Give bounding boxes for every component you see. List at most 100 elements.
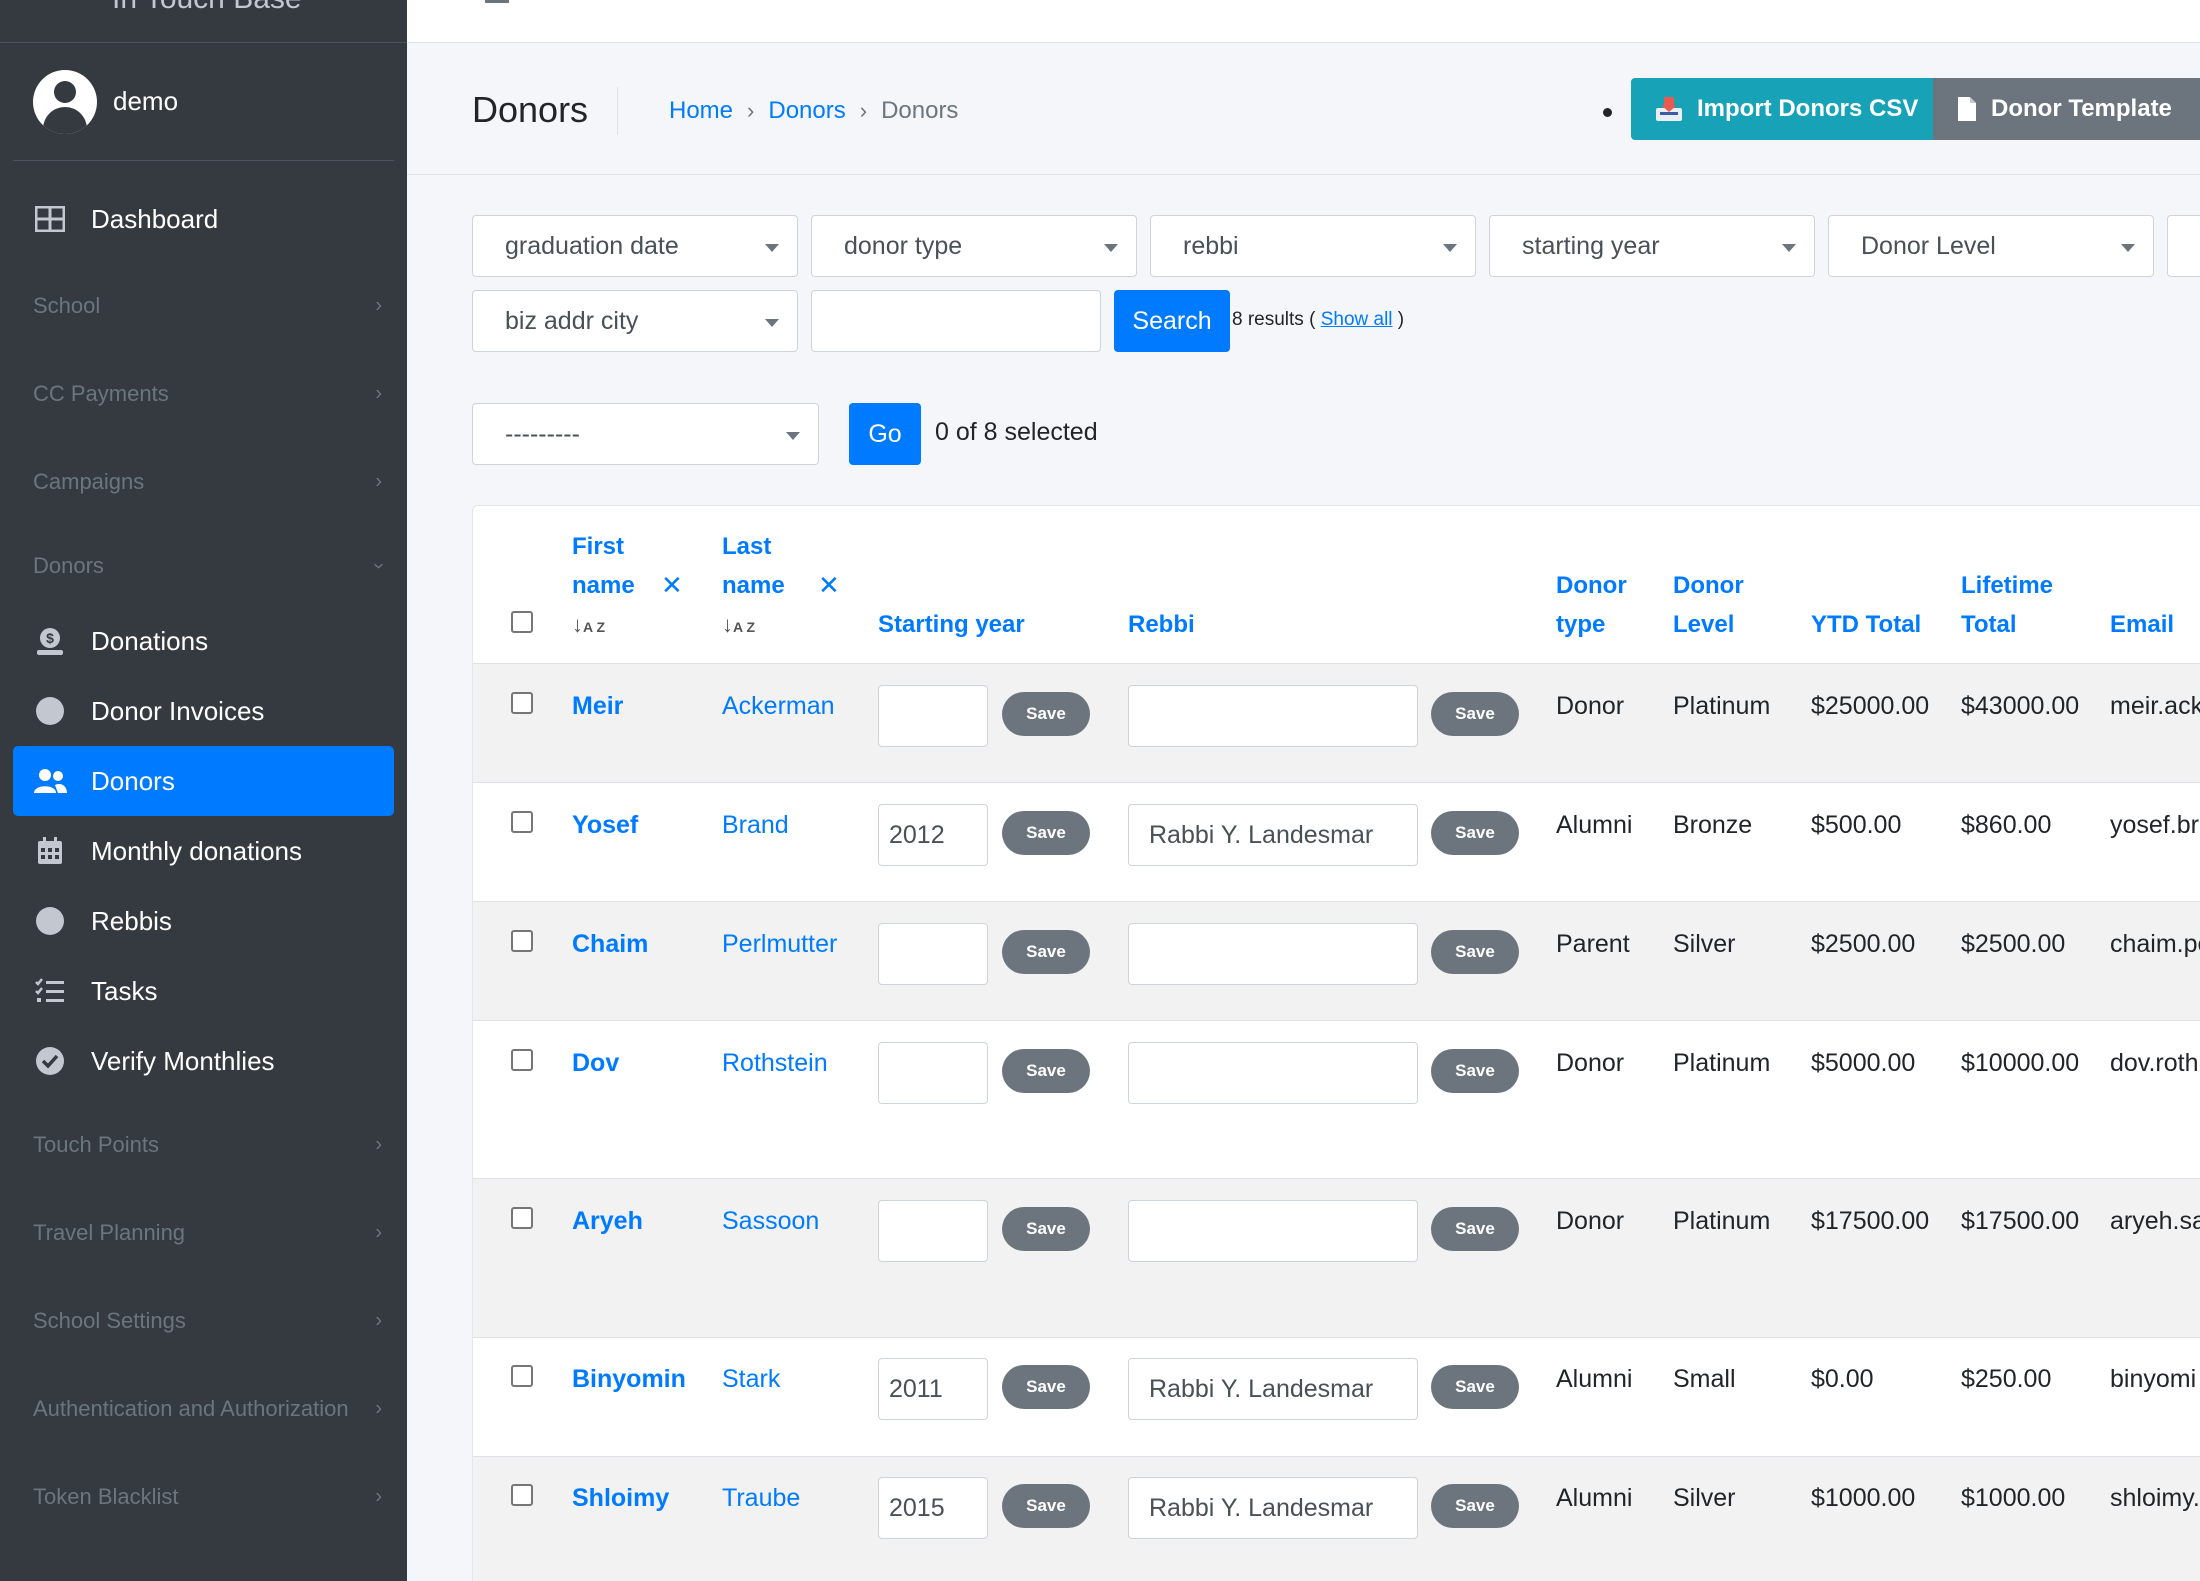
last-name-link[interactable]: Rothstein bbox=[722, 1049, 828, 1078]
rebbi-input[interactable]: Rabbi Y. Landesmar bbox=[1128, 1358, 1418, 1420]
row-checkbox[interactable] bbox=[511, 811, 533, 833]
sidebar-section-school[interactable]: School › bbox=[13, 262, 394, 350]
sort-ascending-icon[interactable]: ↓A Z bbox=[722, 605, 755, 647]
first-name-link[interactable]: Binyomin bbox=[572, 1365, 686, 1394]
sidebar-item-donors[interactable]: Donors bbox=[13, 746, 394, 816]
last-name-link[interactable]: Sassoon bbox=[722, 1207, 819, 1236]
save-year-button[interactable]: Save bbox=[1002, 1049, 1090, 1093]
save-rebbi-button[interactable]: Save bbox=[1431, 811, 1519, 855]
starting-year-input[interactable]: 2015 bbox=[878, 1477, 988, 1539]
row-checkbox[interactable] bbox=[511, 1049, 533, 1071]
rebbi-input[interactable]: Rabbi Y. Landesmar bbox=[1128, 804, 1418, 866]
save-rebbi-button[interactable]: Save bbox=[1431, 1365, 1519, 1409]
save-year-button[interactable]: Save bbox=[1002, 811, 1090, 855]
starting-year-input[interactable] bbox=[878, 1042, 988, 1104]
starting-year-filter[interactable]: starting year bbox=[1489, 215, 1815, 277]
import-donors-csv-button[interactable]: Import Donors CSV bbox=[1631, 78, 1933, 140]
sidebar-section-touch-points[interactable]: Touch Points › bbox=[13, 1101, 394, 1189]
last-name-link[interactable]: Ackerman bbox=[722, 692, 835, 721]
menu-toggle-icon[interactable] bbox=[485, 0, 509, 3]
extra-filter[interactable] bbox=[2167, 215, 2200, 277]
sidebar-item-donations[interactable]: $ Donations bbox=[13, 606, 394, 676]
save-year-button[interactable]: Save bbox=[1002, 1207, 1090, 1251]
donor-level-filter[interactable]: Donor Level bbox=[1828, 215, 2154, 277]
first-name-link[interactable]: Meir bbox=[572, 692, 623, 721]
save-rebbi-button[interactable]: Save bbox=[1431, 930, 1519, 974]
sidebar-item-monthly-donations[interactable]: Monthly donations bbox=[13, 816, 394, 886]
starting-year-input[interactable]: 2012 bbox=[878, 804, 988, 866]
rebbi-input[interactable] bbox=[1128, 1042, 1418, 1104]
sidebar-item-tasks[interactable]: Tasks bbox=[13, 956, 394, 1026]
sidebar-section-cc-payments[interactable]: CC Payments › bbox=[13, 350, 394, 438]
save-rebbi-button[interactable]: Save bbox=[1431, 1049, 1519, 1093]
column-email[interactable]: Email bbox=[2110, 605, 2174, 644]
starting-year-input[interactable]: 2011 bbox=[878, 1358, 988, 1420]
rebbi-filter[interactable]: rebbi bbox=[1150, 215, 1476, 277]
first-name-link[interactable]: Shloimy bbox=[572, 1484, 669, 1513]
sidebar-section-authentication[interactable]: Authentication and Authorization › bbox=[13, 1365, 394, 1453]
column-ytd-total[interactable]: YTD Total bbox=[1811, 605, 1921, 644]
sidebar-section-school-settings[interactable]: School Settings › bbox=[13, 1277, 394, 1365]
column-starting-year[interactable]: Starting year bbox=[878, 605, 1025, 644]
save-year-button[interactable]: Save bbox=[1002, 930, 1090, 974]
column-last-name[interactable]: Last name ↓A Z bbox=[722, 527, 785, 647]
row-checkbox[interactable] bbox=[511, 1484, 533, 1506]
column-lifetime-total[interactable]: Lifetime Total bbox=[1961, 566, 2053, 644]
sidebar-item-rebbis[interactable]: Rebbis bbox=[13, 886, 394, 956]
starting-year-input[interactable] bbox=[878, 685, 988, 747]
column-rebbi[interactable]: Rebbi bbox=[1128, 605, 1195, 644]
breadcrumb-donors[interactable]: Donors bbox=[768, 97, 845, 125]
donor-type-filter[interactable]: donor type bbox=[811, 215, 1137, 277]
column-donor-type[interactable]: Donor type bbox=[1556, 566, 1627, 644]
save-rebbi-button[interactable]: Save bbox=[1431, 1207, 1519, 1251]
biz-addr-city-filter[interactable]: biz addr city bbox=[472, 290, 798, 352]
last-name-link[interactable]: Brand bbox=[722, 811, 789, 840]
rebbi-input[interactable] bbox=[1128, 685, 1418, 747]
user-name[interactable]: demo bbox=[113, 86, 178, 117]
save-year-button[interactable]: Save bbox=[1002, 1484, 1090, 1528]
sidebar-section-travel-planning[interactable]: Travel Planning › bbox=[13, 1189, 394, 1277]
avatar[interactable] bbox=[33, 69, 97, 134]
sidebar-section-token-blacklist[interactable]: Token Blacklist › bbox=[13, 1453, 394, 1541]
select-all-checkbox[interactable] bbox=[511, 611, 533, 633]
go-button[interactable]: Go bbox=[849, 403, 921, 465]
brand[interactable]: In Touch Base bbox=[0, 0, 407, 43]
starting-year-input[interactable] bbox=[878, 1200, 988, 1262]
donor-template-button[interactable]: Donor Template bbox=[1933, 78, 2200, 140]
last-name-link[interactable]: Stark bbox=[722, 1365, 780, 1394]
first-name-link[interactable]: Chaim bbox=[572, 930, 648, 959]
remove-sort-first-name-icon[interactable]: ✕ bbox=[661, 566, 683, 606]
rebbi-input[interactable] bbox=[1128, 1200, 1418, 1262]
user-panel[interactable]: demo bbox=[13, 43, 394, 161]
column-donor-level[interactable]: Donor Level bbox=[1673, 566, 1744, 644]
brand-name[interactable]: In Touch Base bbox=[112, 0, 302, 16]
sidebar-section-campaigns[interactable]: Campaigns › bbox=[13, 438, 394, 526]
save-year-button[interactable]: Save bbox=[1002, 1365, 1090, 1409]
save-year-button[interactable]: Save bbox=[1002, 692, 1090, 736]
row-checkbox[interactable] bbox=[511, 1365, 533, 1387]
search-button[interactable]: Search bbox=[1114, 290, 1230, 352]
sidebar-section-donors[interactable]: Donors › bbox=[13, 526, 394, 606]
rebbi-input[interactable]: Rabbi Y. Landesmar bbox=[1128, 1477, 1418, 1539]
first-name-link[interactable]: Aryeh bbox=[572, 1207, 643, 1236]
last-name-link[interactable]: Traube bbox=[722, 1484, 800, 1513]
search-input[interactable] bbox=[811, 290, 1101, 352]
row-checkbox[interactable] bbox=[511, 692, 533, 714]
row-checkbox[interactable] bbox=[511, 1207, 533, 1229]
last-name-link[interactable]: Perlmutter bbox=[722, 930, 837, 959]
sidebar-item-dashboard[interactable]: Dashboard bbox=[13, 176, 394, 262]
action-select[interactable]: --------- bbox=[472, 403, 819, 465]
column-first-name[interactable]: First name ↓A Z bbox=[572, 527, 635, 647]
save-rebbi-button[interactable]: Save bbox=[1431, 692, 1519, 736]
sidebar-item-verify-monthlies[interactable]: Verify Monthlies bbox=[13, 1026, 394, 1096]
remove-sort-last-name-icon[interactable]: ✕ bbox=[818, 566, 840, 606]
graduation-date-filter[interactable]: graduation date bbox=[472, 215, 798, 277]
first-name-link[interactable]: Dov bbox=[572, 1049, 619, 1078]
starting-year-input[interactable] bbox=[878, 923, 988, 985]
show-all-link[interactable]: Show all bbox=[1321, 309, 1393, 330]
row-checkbox[interactable] bbox=[511, 930, 533, 952]
save-rebbi-button[interactable]: Save bbox=[1431, 1484, 1519, 1528]
breadcrumb-home[interactable]: Home bbox=[669, 97, 733, 125]
sort-ascending-icon[interactable]: ↓A Z bbox=[572, 605, 605, 647]
sidebar-item-donor-invoices[interactable]: Donor Invoices bbox=[13, 676, 394, 746]
